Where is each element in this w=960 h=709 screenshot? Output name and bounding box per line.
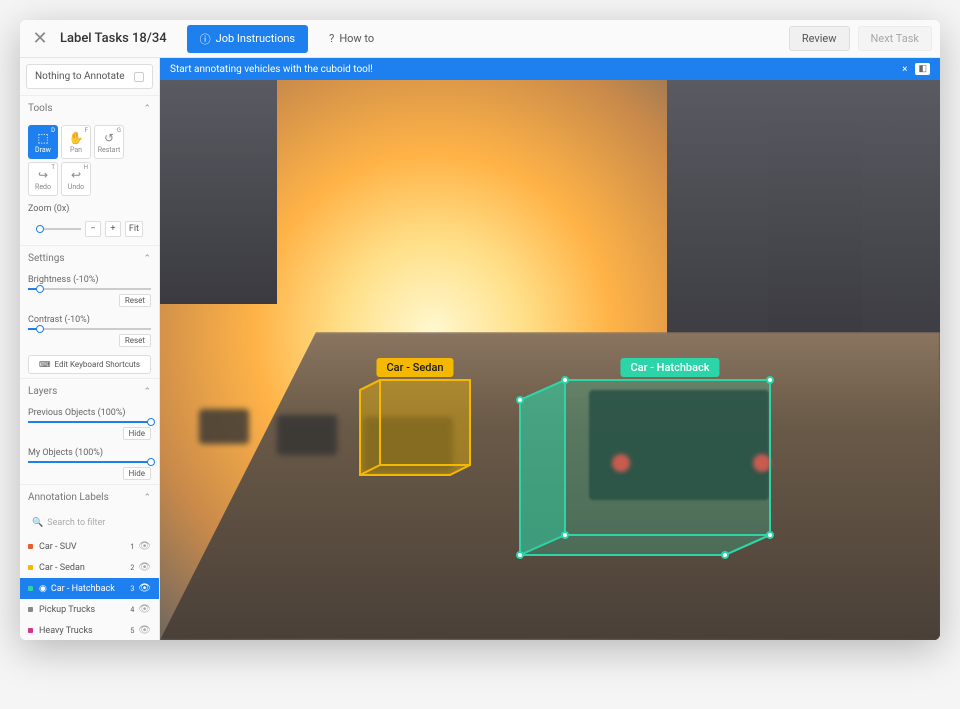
search-icon: 🔍: [32, 518, 43, 528]
label-shortcut-number: 3: [130, 585, 134, 593]
chevron-up-icon: ⌃: [143, 387, 151, 397]
restart-tool-button[interactable]: G ↺ Restart: [94, 125, 124, 159]
label-shortcut-number: 4: [130, 606, 134, 614]
brightness-slider[interactable]: [28, 288, 151, 290]
close-button[interactable]: ✕: [28, 27, 52, 51]
keyboard-icon: ⌨: [39, 360, 51, 369]
previous-objects-slider[interactable]: [28, 421, 151, 423]
hand-icon: ✋: [69, 131, 84, 145]
label-name: Car - Sedan: [39, 563, 130, 573]
previous-objects-control: Previous Objects (100%) Hide: [20, 404, 159, 444]
banner-text: Start annotating vehicles with the cuboi…: [170, 64, 373, 75]
eye-icon[interactable]: 👁: [138, 583, 151, 594]
label-color-dot: [28, 628, 33, 633]
annotation-canvas[interactable]: Car - Sedan Car - Hatchback: [160, 80, 940, 640]
zoom-out-button[interactable]: −: [85, 221, 101, 237]
resize-handle[interactable]: [766, 376, 774, 384]
zoom-fit-button[interactable]: Fit: [125, 221, 143, 237]
label-item[interactable]: Car - SUV1 👁: [20, 536, 159, 557]
annotation-cuboid-hatchback[interactable]: Car - Hatchback: [520, 380, 770, 555]
how-to-button[interactable]: ? How to: [316, 26, 387, 51]
eye-icon[interactable]: 👁: [138, 541, 151, 552]
tools-section-header[interactable]: Tools ⌃: [20, 95, 159, 121]
labels-list: Car - SUV1 👁 Car - Sedan2 👁 ◉ Car - Hatchback…: [20, 536, 159, 640]
label-color-dot: [28, 586, 33, 591]
review-button[interactable]: Review: [789, 26, 850, 51]
resize-handle[interactable]: [721, 551, 729, 559]
info-banner: Start annotating vehicles with the cuboi…: [160, 58, 940, 80]
cube-icon: ⬚: [37, 131, 48, 145]
resize-handle[interactable]: [561, 376, 569, 384]
contrast-slider[interactable]: [28, 328, 151, 330]
redo-icon: ↪: [38, 168, 48, 182]
sidebar: Nothing to Annotate Tools ⌃ D ⬚ Draw F ✋…: [20, 58, 160, 640]
label-item[interactable]: ◉ Car - Hatchback3 👁: [20, 578, 159, 599]
label-name: Heavy Trucks: [39, 626, 130, 636]
tool-grid: D ⬚ Draw F ✋ Pan G ↺ Restart T ↪ Red: [20, 121, 159, 200]
zoom-control: Zoom (0x) − + Fit: [20, 200, 159, 245]
pan-tool-button[interactable]: F ✋ Pan: [61, 125, 91, 159]
label-item[interactable]: Heavy Trucks5 👁: [20, 620, 159, 640]
main-canvas-area: Start annotating vehicles with the cuboi…: [160, 58, 940, 640]
job-instructions-button[interactable]: ⓘ Job Instructions: [187, 25, 308, 53]
checkbox-icon: [134, 72, 144, 82]
zoom-in-button[interactable]: +: [105, 221, 121, 237]
chevron-up-icon: ⌃: [143, 104, 151, 114]
label-name: Pickup Trucks: [39, 605, 130, 615]
label-shortcut-number: 5: [130, 627, 134, 635]
label-color-dot: [28, 544, 33, 549]
keyboard-shortcuts-button[interactable]: ⌨ Edit Keyboard Shortcuts: [28, 355, 151, 374]
help-icon: ?: [329, 32, 334, 45]
label-item[interactable]: Car - Sedan2 👁: [20, 557, 159, 578]
contrast-reset-button[interactable]: Reset: [119, 334, 151, 347]
undo-icon: ↩: [71, 168, 81, 182]
next-task-button[interactable]: Next Task: [858, 26, 932, 51]
my-objects-hide-button[interactable]: Hide: [123, 467, 151, 480]
resize-handle[interactable]: [766, 531, 774, 539]
resize-handle[interactable]: [516, 551, 524, 559]
redo-tool-button[interactable]: T ↪ Redo: [28, 162, 58, 196]
my-objects-slider[interactable]: [28, 461, 151, 463]
nothing-to-annotate-toggle[interactable]: Nothing to Annotate: [26, 64, 153, 89]
label-shortcut-number: 2: [130, 564, 134, 572]
resize-handle[interactable]: [516, 396, 524, 404]
brightness-reset-button[interactable]: Reset: [119, 294, 151, 307]
chevron-up-icon: ⌃: [143, 493, 151, 503]
brightness-control: Brightness (-10%) Reset: [20, 271, 159, 311]
panel-toggle-icon[interactable]: ◧: [915, 63, 930, 75]
eye-icon[interactable]: 👁: [138, 604, 151, 615]
label-color-dot: [28, 565, 33, 570]
draw-tool-button[interactable]: D ⬚ Draw: [28, 125, 58, 159]
label-search-input[interactable]: 🔍 Search to filter: [28, 514, 151, 532]
label-item[interactable]: Pickup Trucks4 👁: [20, 599, 159, 620]
banner-close-button[interactable]: ×: [902, 64, 907, 75]
contrast-control: Contrast (-10%) Reset: [20, 311, 159, 351]
info-icon: ⓘ: [200, 31, 211, 47]
annotation-label: Car - Sedan: [376, 358, 453, 377]
annotation-cuboid-sedan[interactable]: Car - Sedan: [360, 380, 470, 475]
header-bar: ✕ Label Tasks 18/34 ⓘ Job Instructions ?…: [20, 20, 940, 58]
annotation-label: Car - Hatchback: [620, 358, 719, 377]
zoom-slider[interactable]: [36, 228, 81, 230]
my-objects-control: My Objects (100%) Hide: [20, 444, 159, 484]
restart-icon: ↺: [104, 131, 114, 145]
settings-section-header[interactable]: Settings ⌃: [20, 245, 159, 271]
body: Nothing to Annotate Tools ⌃ D ⬚ Draw F ✋…: [20, 58, 940, 640]
label-name: Car - Hatchback: [51, 584, 131, 594]
page-title: Label Tasks 18/34: [60, 31, 167, 46]
eye-icon[interactable]: 👁: [138, 625, 151, 636]
label-color-dot: [28, 607, 33, 612]
radio-icon: ◉: [39, 584, 47, 594]
chevron-up-icon: ⌃: [143, 254, 151, 264]
layers-section-header[interactable]: Layers ⌃: [20, 378, 159, 404]
eye-icon[interactable]: 👁: [138, 562, 151, 573]
app-window: ✕ Label Tasks 18/34 ⓘ Job Instructions ?…: [20, 20, 940, 640]
label-name: Car - SUV: [39, 542, 130, 552]
resize-handle[interactable]: [561, 531, 569, 539]
label-shortcut-number: 1: [130, 543, 134, 551]
previous-objects-hide-button[interactable]: Hide: [123, 427, 151, 440]
labels-section-header[interactable]: Annotation Labels ⌃: [20, 484, 159, 510]
undo-tool-button[interactable]: H ↩ Undo: [61, 162, 91, 196]
